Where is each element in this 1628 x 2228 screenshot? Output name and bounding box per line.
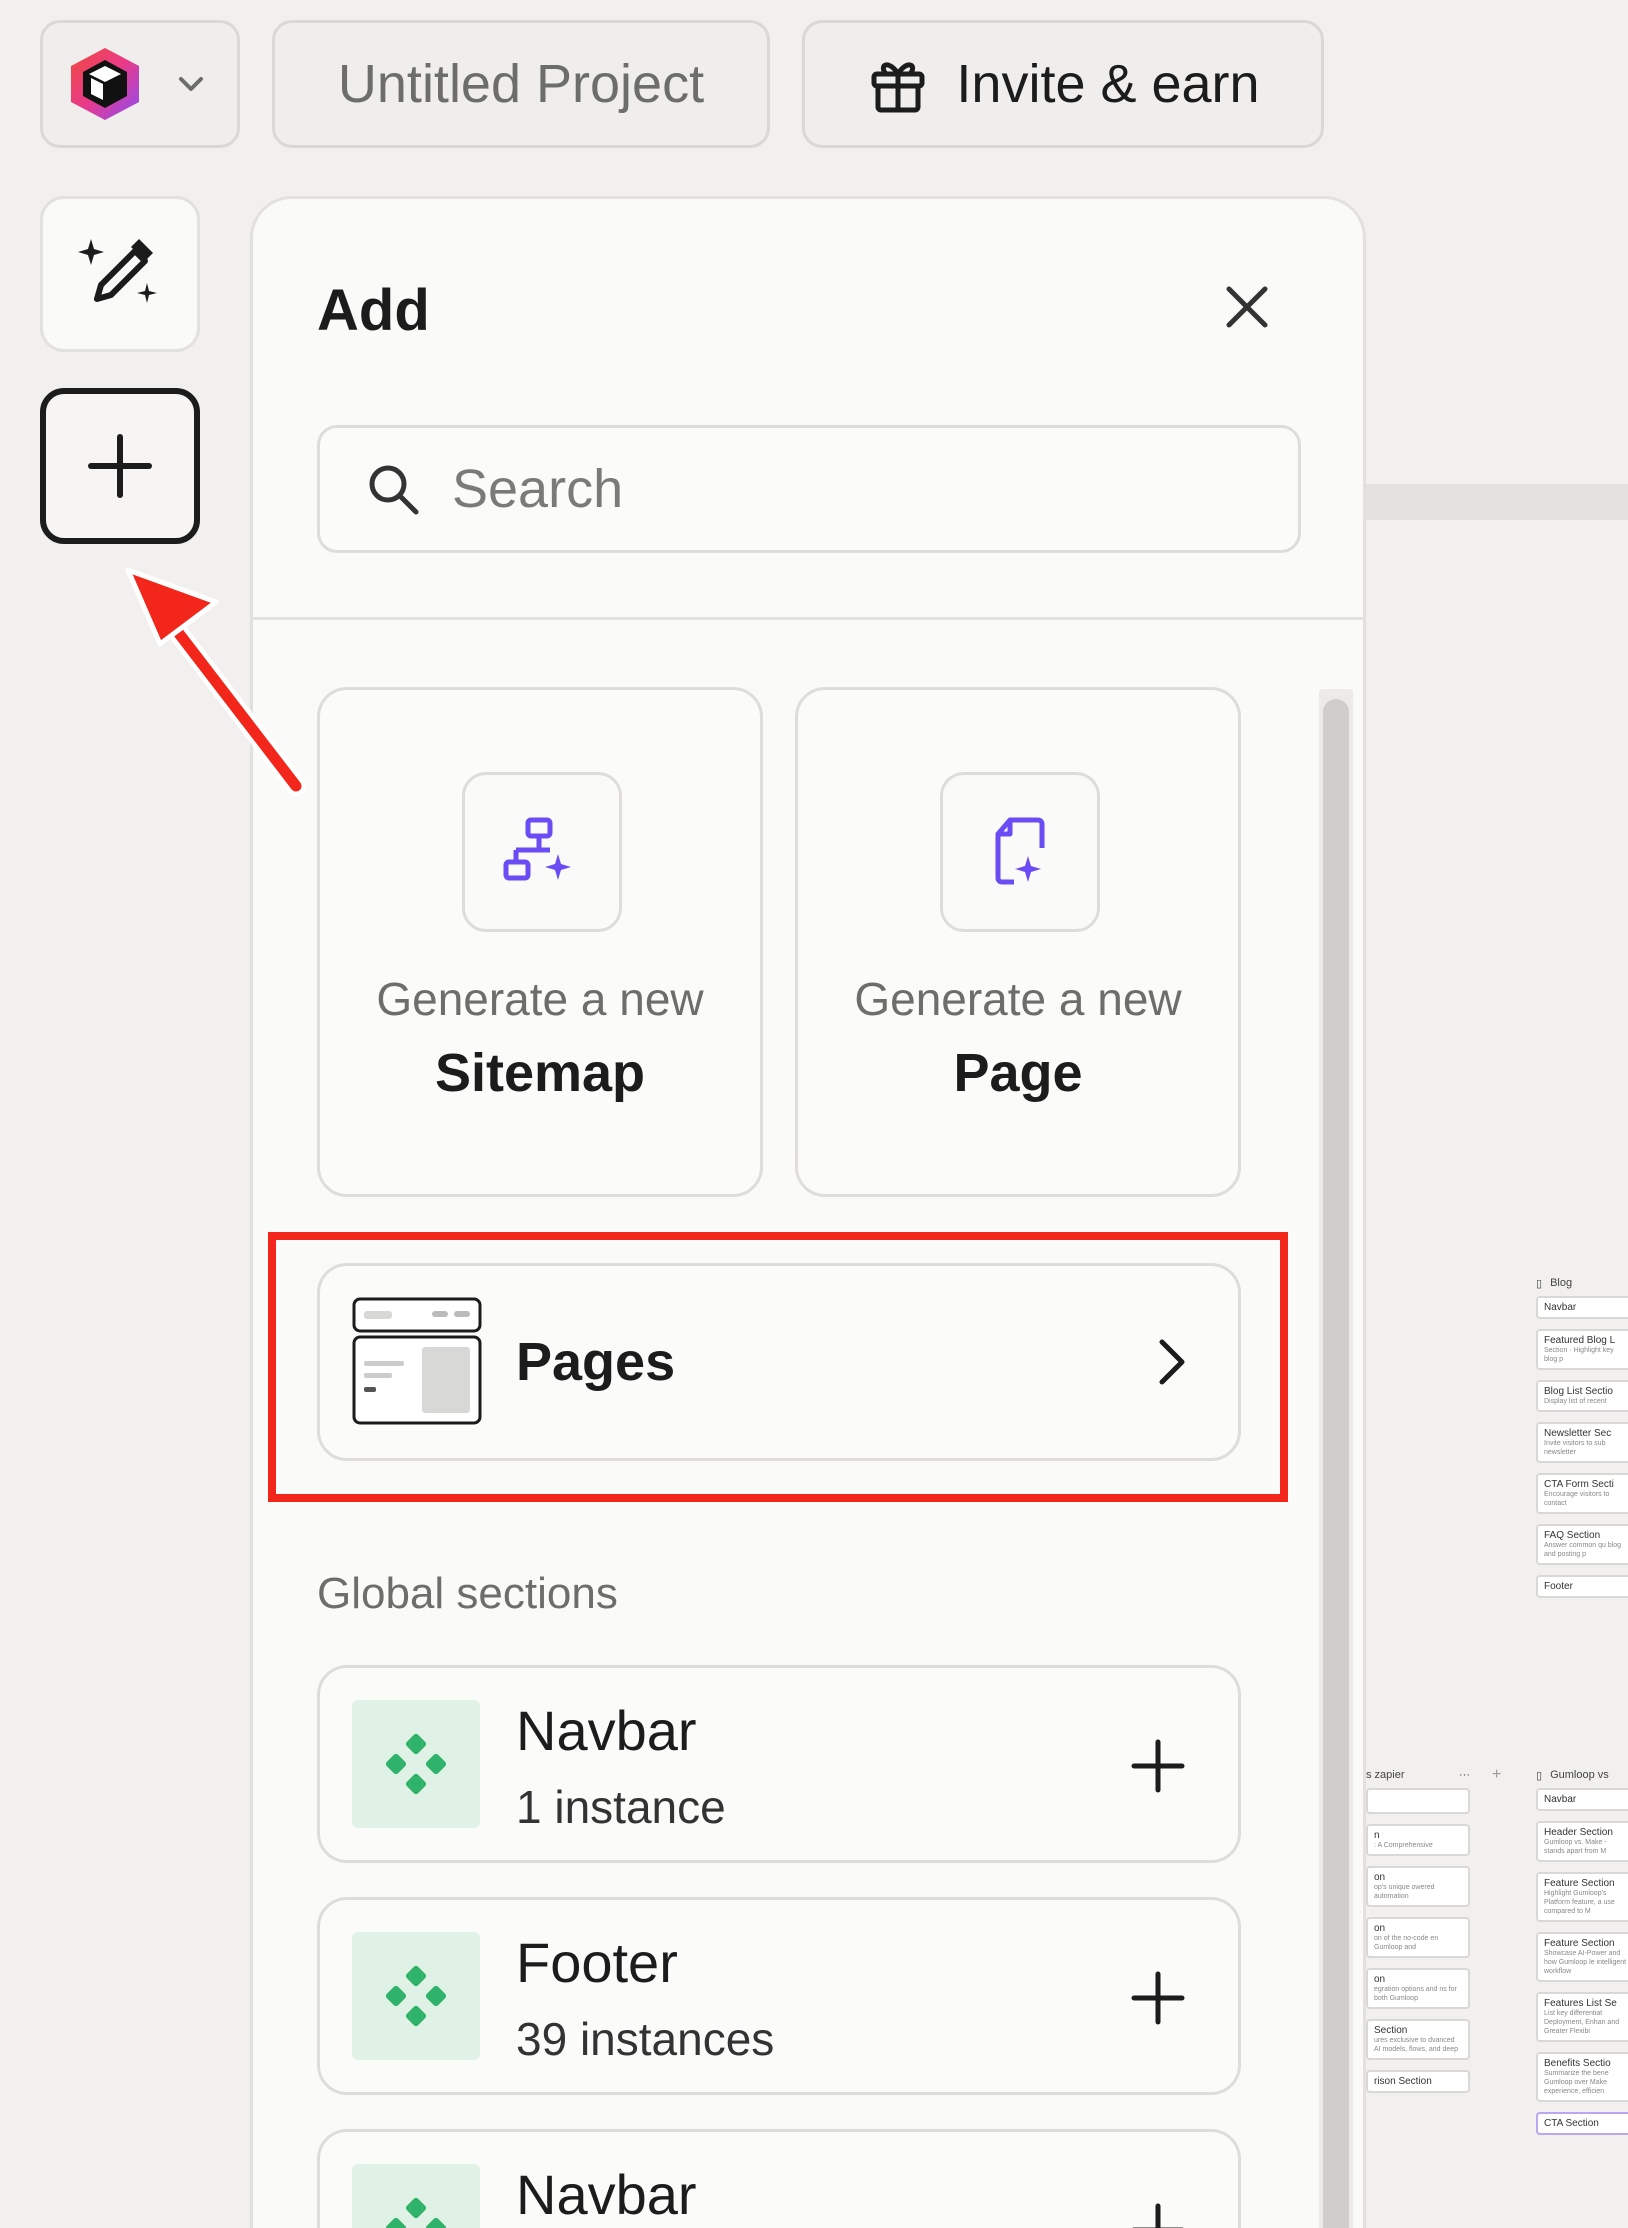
canvas-column-header: ▯ Blog [1536, 1277, 1573, 1290]
canvas-zapier-column[interactable]: s zapier ··· n: A Comprehensive on op's u… [1366, 1762, 1470, 2103]
search-input[interactable]: Search [317, 425, 1301, 553]
panel-divider [253, 617, 1363, 620]
page-icon: ▯ [1536, 1277, 1543, 1290]
canvas-card[interactable]: Featured Blog L Section · Highlight key b… [1536, 1329, 1628, 1370]
component-thumbnail [352, 1932, 480, 2060]
generate-sitemap-title: Sitemap [434, 1043, 646, 1103]
generate-page-subtitle: Generate a new [854, 973, 1182, 1025]
canvas-card[interactable]: Navbar [1536, 1788, 1628, 1811]
search-placeholder: Search [452, 459, 624, 519]
close-icon[interactable] [1221, 281, 1273, 333]
app-logo-icon [71, 48, 139, 120]
search-icon [369, 465, 419, 515]
canvas-card[interactable]: Features List Se List key differentiat De… [1536, 1992, 1628, 2042]
canvas-card[interactable]: on op's unique owered automation [1366, 1866, 1470, 1907]
add-section-icon[interactable] [1130, 1970, 1186, 2026]
canvas-card[interactable] [1366, 1788, 1470, 1814]
canvas-card[interactable]: Benefits Sectio Summarize the bene Gumloo… [1536, 2052, 1628, 2102]
plus-icon [88, 434, 152, 498]
canvas-card[interactable]: Feature Section Highlight Gumloop's Platf… [1536, 1872, 1628, 1922]
page-icon: ▯ [1536, 1769, 1543, 1782]
panel-title: Add [317, 278, 430, 343]
canvas-card[interactable]: Header Section Gumloop vs. Make - stands … [1536, 1821, 1628, 1862]
component-thumbnail [352, 2164, 480, 2228]
canvas-toolbar-strip [1366, 484, 1628, 520]
canvas-card[interactable]: FAQ Section Answer common qu blog and pos… [1536, 1524, 1628, 1565]
canvas-card[interactable]: CTA Form Secti Encourage visitors to cont… [1536, 1473, 1628, 1514]
global-section-count: 1 instance [516, 1781, 726, 1833]
more-icon[interactable]: ··· [1459, 1769, 1470, 1781]
component-icon [385, 1733, 447, 1795]
invite-earn-button[interactable]: Invite & earn [802, 20, 1324, 148]
chevron-down-icon [179, 77, 203, 91]
canvas-gumloop-column[interactable]: ▯ Gumloop vs Navbar Header Section Gumloo… [1536, 1762, 1628, 2145]
add-button[interactable] [40, 388, 200, 544]
magic-pencil-icon [78, 239, 157, 303]
add-panel: Add Search Generate a new Sitemap Genera… [250, 196, 1366, 2228]
generate-sitemap-subtitle: Generate a new [376, 973, 704, 1025]
workspace-switcher[interactable] [40, 20, 240, 148]
annotation-highlight-box [268, 1232, 1288, 1502]
generate-sitemap-icon-box [462, 772, 622, 932]
global-section-footer[interactable]: Footer 39 instances [317, 1897, 1241, 2095]
global-sections-heading: Global sections [317, 1569, 618, 1618]
canvas-card[interactable]: n: A Comprehensive [1366, 1824, 1470, 1856]
gift-icon [871, 62, 925, 113]
sitemap-sparkle-icon [503, 817, 571, 881]
component-thumbnail [352, 1700, 480, 1828]
add-section-icon[interactable] [1130, 1738, 1186, 1794]
global-section-name: Navbar [516, 1699, 697, 1762]
canvas-card[interactable]: Navbar [1536, 1296, 1628, 1319]
canvas-card[interactable]: rison Section [1366, 2070, 1470, 2093]
annotation-arrow-icon [125, 567, 306, 796]
generate-page-card[interactable]: Generate a new Page [795, 687, 1241, 1197]
generate-sitemap-card[interactable]: Generate a new Sitemap [317, 687, 763, 1197]
canvas-column-header: s zapier ··· [1366, 1769, 1470, 1781]
canvas-card[interactable]: on egration options and ns for both Gumlo… [1366, 1968, 1470, 2009]
page-sparkle-icon [995, 817, 1045, 885]
canvas-card[interactable]: on on of the no-code en Gumloop and [1366, 1917, 1470, 1958]
global-section-navbar[interactable]: Navbar 1 instance [317, 1665, 1241, 1863]
generate-page-title: Page [953, 1043, 1083, 1103]
global-section-navbar[interactable]: Navbar [317, 2129, 1241, 2228]
generate-page-icon-box [940, 772, 1100, 932]
canvas-card[interactable]: Feature Section Showcase AI-Power and how… [1536, 1932, 1628, 1982]
global-section-name: Footer [516, 1931, 678, 1994]
canvas-card[interactable]: Section ures exclusive to dvanced AI mode… [1366, 2019, 1470, 2060]
add-section-icon[interactable] [1130, 2202, 1186, 2228]
panel-scrollbar-thumb[interactable] [1323, 699, 1349, 2228]
global-section-name: Navbar [516, 2163, 697, 2226]
global-section-count: 39 instances [516, 2013, 775, 2065]
project-name: Untitled Project [337, 54, 705, 114]
component-icon [385, 1965, 447, 2027]
component-icon [385, 2197, 447, 2228]
canvas-card[interactable]: Newsletter Sec Invite visitors to sub new… [1536, 1422, 1628, 1463]
ai-edit-button[interactable] [40, 196, 200, 352]
canvas-blog-column[interactable]: ▯ Blog Navbar Featured Blog L Section · H… [1536, 1270, 1628, 1608]
canvas-add-page-icon[interactable]: + [1492, 1766, 1501, 1784]
project-name-button[interactable]: Untitled Project [272, 20, 770, 148]
canvas-card[interactable]: Footer [1536, 1575, 1628, 1598]
canvas-column-header: ▯ Gumloop vs [1536, 1769, 1609, 1782]
canvas-card[interactable]: CTA Section [1536, 2112, 1628, 2135]
canvas-card[interactable]: Blog List Sectio Display list of recent [1536, 1380, 1628, 1412]
invite-label: Invite & earn [956, 54, 1260, 114]
